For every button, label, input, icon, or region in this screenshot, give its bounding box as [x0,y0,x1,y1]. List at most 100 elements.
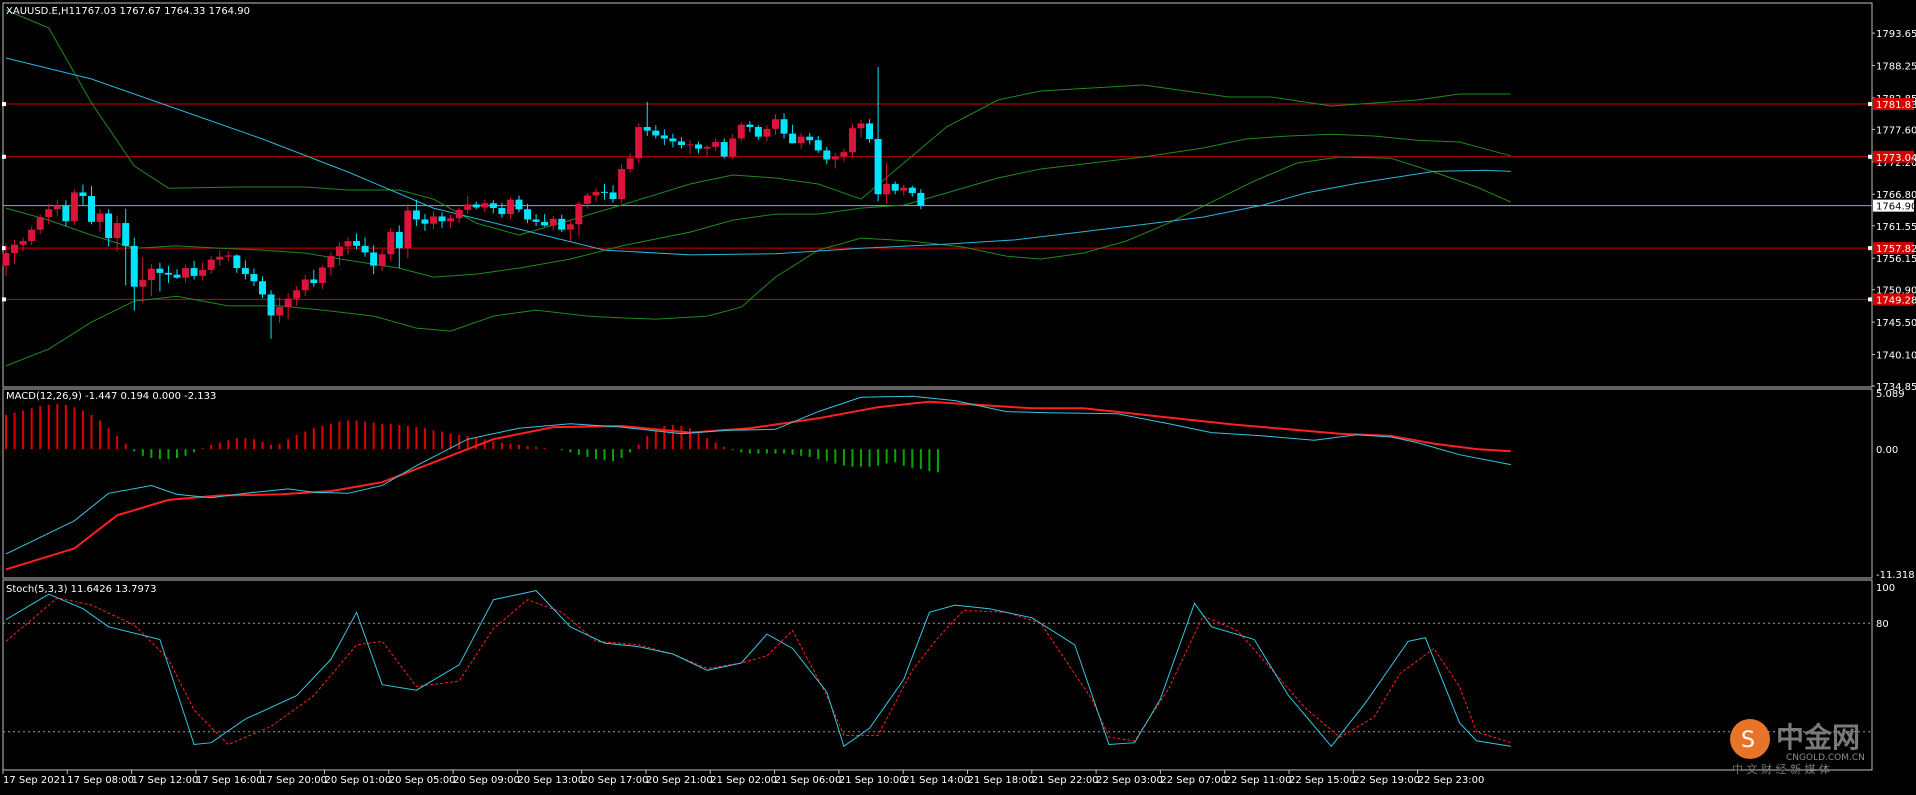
candle [720,138,728,159]
time-tick-label: 17 Sep 2021 [3,775,66,786]
candle-body [378,254,386,266]
candle [421,214,429,231]
price-tick-label: 1740.10 [1876,350,1916,361]
candle [147,263,155,297]
candle-body [293,290,301,299]
candle [173,269,181,279]
candle-body [113,223,121,239]
candle [823,146,831,165]
candle [455,207,463,224]
candle-body [430,216,437,224]
candle-body [370,252,378,266]
candle-body [866,123,874,140]
bollinger-upper [5,9,1511,236]
candle-body [806,136,814,141]
candle-body [789,133,797,144]
symbol-header: XAUUSD.E,H1 [6,6,75,17]
candle-body [19,241,27,245]
candle-body [823,150,831,160]
candle-body [207,259,215,270]
candle [566,220,574,242]
candle-body [53,205,61,210]
time-tick-label: 21 Sep 22:00 [1032,775,1099,786]
watermark-site: CNGOLD.COM.CN [1786,753,1865,763]
candle [737,122,745,141]
candle-body [327,256,335,268]
candle [695,141,703,154]
price-pane[interactable]: 1793.651788.251782.851777.601772.201766.… [2,2,1916,393]
time-tick-label: 22 Sep 11:00 [1225,775,1292,786]
time-tick-label: 22 Sep 23:00 [1418,775,1485,786]
stochastic-tick-label: 100 [1876,583,1895,594]
candle [575,201,583,237]
candle [592,188,600,202]
candle [190,260,198,280]
candle-body [720,142,728,157]
time-tick-label: 21 Sep 18:00 [968,775,1035,786]
time-tick-label: 21 Sep 02:00 [710,775,777,786]
candle [532,214,540,227]
candle [259,276,266,299]
stochastic-tick-label: 80 [1876,619,1889,630]
candle [447,214,455,228]
candle-body [917,192,925,206]
bollinger-bands [5,9,1512,367]
time-tick-label: 17 Sep 16:00 [196,775,263,786]
candle [703,145,711,156]
candle [182,264,190,283]
candle-body [558,218,566,230]
candle [635,123,643,164]
level-marker-left [2,246,6,251]
candle [241,260,249,280]
candle [891,181,899,195]
candle-body [318,267,326,284]
candle-body [575,203,583,225]
candle-body [344,241,352,247]
candle-body [686,144,694,146]
price-pane-frame [2,2,1873,388]
candle [806,133,814,145]
candle [472,201,480,210]
candle-body [88,196,95,222]
candle-body [891,184,899,191]
candle-body [695,144,703,149]
stochastic-main-line [5,590,1511,748]
candle-body [276,307,284,316]
macd-tick-label: 5.089 [1876,389,1905,400]
candle-body [883,184,891,195]
candle [353,233,361,250]
candle [481,199,489,213]
candle-body [729,138,737,157]
macd-signal-line [5,400,1511,571]
candle [19,237,27,252]
candle-body [677,141,685,146]
candle-body [259,281,266,295]
cngold-watermark: S 中金网 CNGOLD.COM.CN 中 文 财 经 新 媒 体 [1728,717,1898,777]
time-tick-label: 22 Sep 03:00 [1096,775,1163,786]
macd-pane[interactable]: 5.089 0.00 -11.318 MACD(12,26,9) -1.447 0.… [2,388,1915,581]
candle [677,137,685,149]
level-marker-left [2,297,6,302]
candle [763,125,771,142]
time-tick-label: 20 Sep 17:00 [582,775,649,786]
candle-body [130,245,138,287]
candle-body [703,146,711,149]
candle-body [190,268,198,276]
candle [318,265,326,290]
chart-root: 1793.651788.251782.851777.601772.201766.… [0,0,1916,791]
candle-body [464,204,472,210]
time-tick-label: 21 Sep 06:00 [775,775,842,786]
candle [79,184,87,206]
candle-body [216,256,224,260]
candle [866,119,874,143]
candle [361,237,369,257]
candle [276,297,284,323]
stochastic-pane[interactable]: 100 80 Stoch(5,3,3) 11.6426 13.7973 [2,579,1895,771]
candle-body [164,272,172,275]
candle-body [472,204,480,208]
time-tick-label: 20 Sep 09:00 [453,775,520,786]
trading-chart[interactable]: 1793.651788.251782.851777.601772.201766.… [0,0,1916,791]
candle [541,214,549,227]
candle [370,245,378,275]
candle [122,208,130,286]
